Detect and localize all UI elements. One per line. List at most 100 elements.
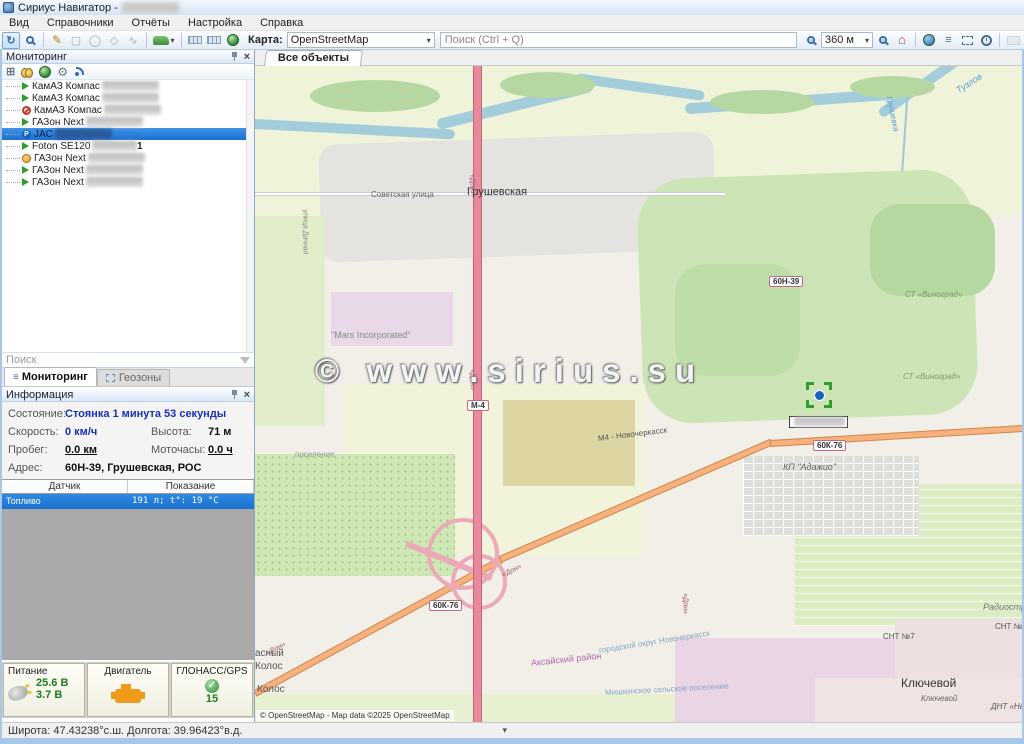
status-bar: Широта: 47.43238°с.ш. Долгота: 39.96423°… — [2, 722, 1022, 738]
zoom-out-icon[interactable] — [874, 32, 892, 49]
map-riverside-trees — [710, 90, 815, 114]
refresh-button[interactable]: ↻ — [2, 32, 20, 49]
polyline-tool-button[interactable]: ∿ — [124, 32, 142, 49]
hours-value[interactable]: 0.0 ч — [208, 444, 233, 456]
window-border — [0, 738, 1024, 744]
road-ref-badge: М-4 — [467, 400, 489, 411]
map-label: асный — [255, 648, 284, 659]
vehicle-tree-item[interactable]: ГАЗон Next░░░░░░░░░ — [2, 164, 246, 176]
home-button[interactable]: ⌂ — [893, 32, 911, 49]
map-label: Радиостр — [983, 602, 1022, 612]
vehicle-marker-plate-redacted: ░░░░░░░░ — [794, 417, 845, 427]
globe2-button[interactable] — [920, 32, 938, 49]
parked-status-icon: P — [22, 130, 31, 139]
menu-spravochniki[interactable]: Справочники — [38, 15, 123, 31]
menu-spravka[interactable]: Справка — [251, 15, 312, 31]
altitude-value: 71 м — [208, 426, 231, 438]
tree-branch-line — [6, 110, 20, 111]
menu-nastroyka[interactable]: Настройка — [179, 15, 251, 31]
vehicle-tree: КамАЗ Компас░░░░░░░░░КамАЗ Компас░░░░░░░… — [2, 80, 246, 352]
gps-globe-icon: ✓ — [205, 679, 219, 693]
scale-select[interactable]: 360 м ▾ — [821, 32, 873, 48]
sensor-value-col-header[interactable]: Показание — [128, 480, 254, 493]
engine-gauge: Двигатель — [87, 663, 169, 717]
tree-search-input[interactable]: Поиск — [2, 352, 254, 368]
title-bar: Сириус Навигатор - ░░░░░░░░ — [0, 0, 1024, 15]
monitoring-sidebar: Мониторинг × ⊞ ⚙ КамАЗ Компас░░░░░░░░░Ка… — [2, 50, 255, 722]
moving-status-icon — [22, 142, 29, 150]
sensor-row[interactable]: Топливо191 л; t°: 19 °C — [2, 494, 254, 509]
vehicle-plate-redacted: ░░░░░░░░░ — [104, 105, 161, 115]
gear-icon[interactable]: ⚙ — [57, 67, 68, 77]
binoculars-icon[interactable] — [21, 68, 33, 76]
monitoring-panel-title: Мониторинг — [6, 51, 67, 63]
vehicle-tree-item[interactable]: ГАЗон Next░░░░░░░░░ — [2, 176, 246, 188]
scale-value: 360 м — [825, 34, 854, 46]
statusbar-dropdown-icon[interactable]: ▾ — [502, 725, 507, 736]
tab-geozones[interactable]: Геозоны — [97, 369, 170, 386]
map-label: поселение — [295, 450, 334, 459]
measure-area-button[interactable] — [205, 32, 223, 49]
separator — [915, 33, 916, 47]
vehicle-marker[interactable] — [814, 390, 825, 401]
vehicle-tree-item[interactable]: ГАЗон Next░░░░░░░░░ — [2, 116, 246, 128]
marquee-button[interactable] — [958, 32, 976, 49]
vehicle-marker-label[interactable]: ░░░░░░░░ — [789, 416, 848, 428]
vehicle-tree-item[interactable]: ГАЗон Next░░░░░░░░░ — [2, 152, 246, 164]
map-provider-select[interactable]: OpenStreetMap ▾ — [287, 32, 435, 48]
map-label: Колос — [257, 684, 285, 695]
zoom-search-button[interactable] — [21, 32, 39, 49]
power-voltage-1: 25.6 В — [36, 677, 80, 689]
engine-label: Двигатель — [92, 666, 164, 677]
tab-all-objects[interactable]: Все объекты — [264, 50, 363, 66]
window-title-redacted: ░░░░░░░░ — [122, 2, 179, 13]
sensor-col-header[interactable]: Датчик — [2, 480, 128, 493]
tab-monitoring-label: Мониторинг — [22, 371, 88, 383]
map-label: Колос — [255, 661, 283, 672]
filter-icon[interactable] — [240, 357, 250, 364]
close-icon[interactable]: × — [244, 390, 250, 400]
satellite-signal-icon[interactable] — [74, 67, 84, 77]
measure-button[interactable] — [186, 32, 204, 49]
map-edit-button[interactable]: ✎ — [48, 32, 66, 49]
vehicle-tree-item[interactable]: КамАЗ Компас░░░░░░░░░ — [2, 92, 246, 104]
menu-vid[interactable]: Вид — [0, 15, 38, 31]
folder-button[interactable]: ▢ — [67, 32, 85, 49]
moving-status-icon — [22, 94, 29, 102]
address-value: 60Н-39, Грушевская, РОС — [65, 462, 201, 474]
vehicle-tree-item[interactable]: КамАЗ Компас░░░░░░░░░ — [2, 80, 246, 92]
gps-label: ГЛОНАСС/GPS — [176, 666, 248, 677]
map-canvas[interactable]: ░░░░░░░░ © www.sirius.su © OpenStreetMap… — [255, 66, 1022, 722]
power-plug-icon — [6, 683, 30, 703]
moving-status-icon — [22, 178, 29, 186]
globe-icon[interactable] — [39, 66, 51, 78]
circle-tool-button[interactable]: ◯ — [86, 32, 104, 49]
road-ref-badge: 60К-76 — [429, 600, 462, 611]
zoom-in-icon[interactable] — [802, 32, 820, 49]
sidebar-tabs: ≡ Мониторинг Геозоны — [2, 368, 254, 387]
polygon-tool-button[interactable]: ◇ — [105, 32, 123, 49]
panel-toggle-button[interactable] — [1004, 32, 1022, 49]
pin-icon[interactable] — [231, 390, 238, 399]
map-label: СТ «Виноград» — [905, 290, 962, 299]
altitude-label: Высота: — [151, 426, 208, 438]
globe-button[interactable] — [224, 32, 242, 49]
history-clock-button[interactable] — [977, 32, 995, 49]
vehicle-tree-item[interactable]: PJAC░░░░░░░░░ — [2, 128, 246, 140]
vehicle-plate-redacted: ░░░░░░░░░ — [88, 153, 145, 163]
map-green-strip — [255, 216, 325, 426]
vehicle-tree-item[interactable]: Foton SE120░░░░░░░1 — [2, 140, 246, 152]
menu-otchety[interactable]: Отчёты — [123, 15, 179, 31]
tree-scrollbar[interactable] — [246, 80, 254, 352]
pin-icon[interactable] — [231, 52, 238, 61]
expand-all-icon[interactable]: ⊞ — [6, 65, 15, 78]
vehicle-menu-button[interactable]: ▾ — [151, 32, 177, 49]
list-button[interactable]: ≡ — [939, 32, 957, 49]
close-icon[interactable]: × — [244, 52, 250, 62]
vehicle-plate-redacted: ░░░░░░░░░ — [86, 177, 143, 187]
tab-monitoring[interactable]: ≡ Мониторинг — [4, 367, 97, 386]
global-search-input[interactable]: Поиск (Ctrl + Q) — [440, 32, 797, 48]
map-orchard — [255, 454, 455, 576]
vehicle-tree-item[interactable]: КамАЗ Компас░░░░░░░░░ — [2, 104, 246, 116]
mileage-value[interactable]: 0.0 км — [65, 444, 143, 456]
